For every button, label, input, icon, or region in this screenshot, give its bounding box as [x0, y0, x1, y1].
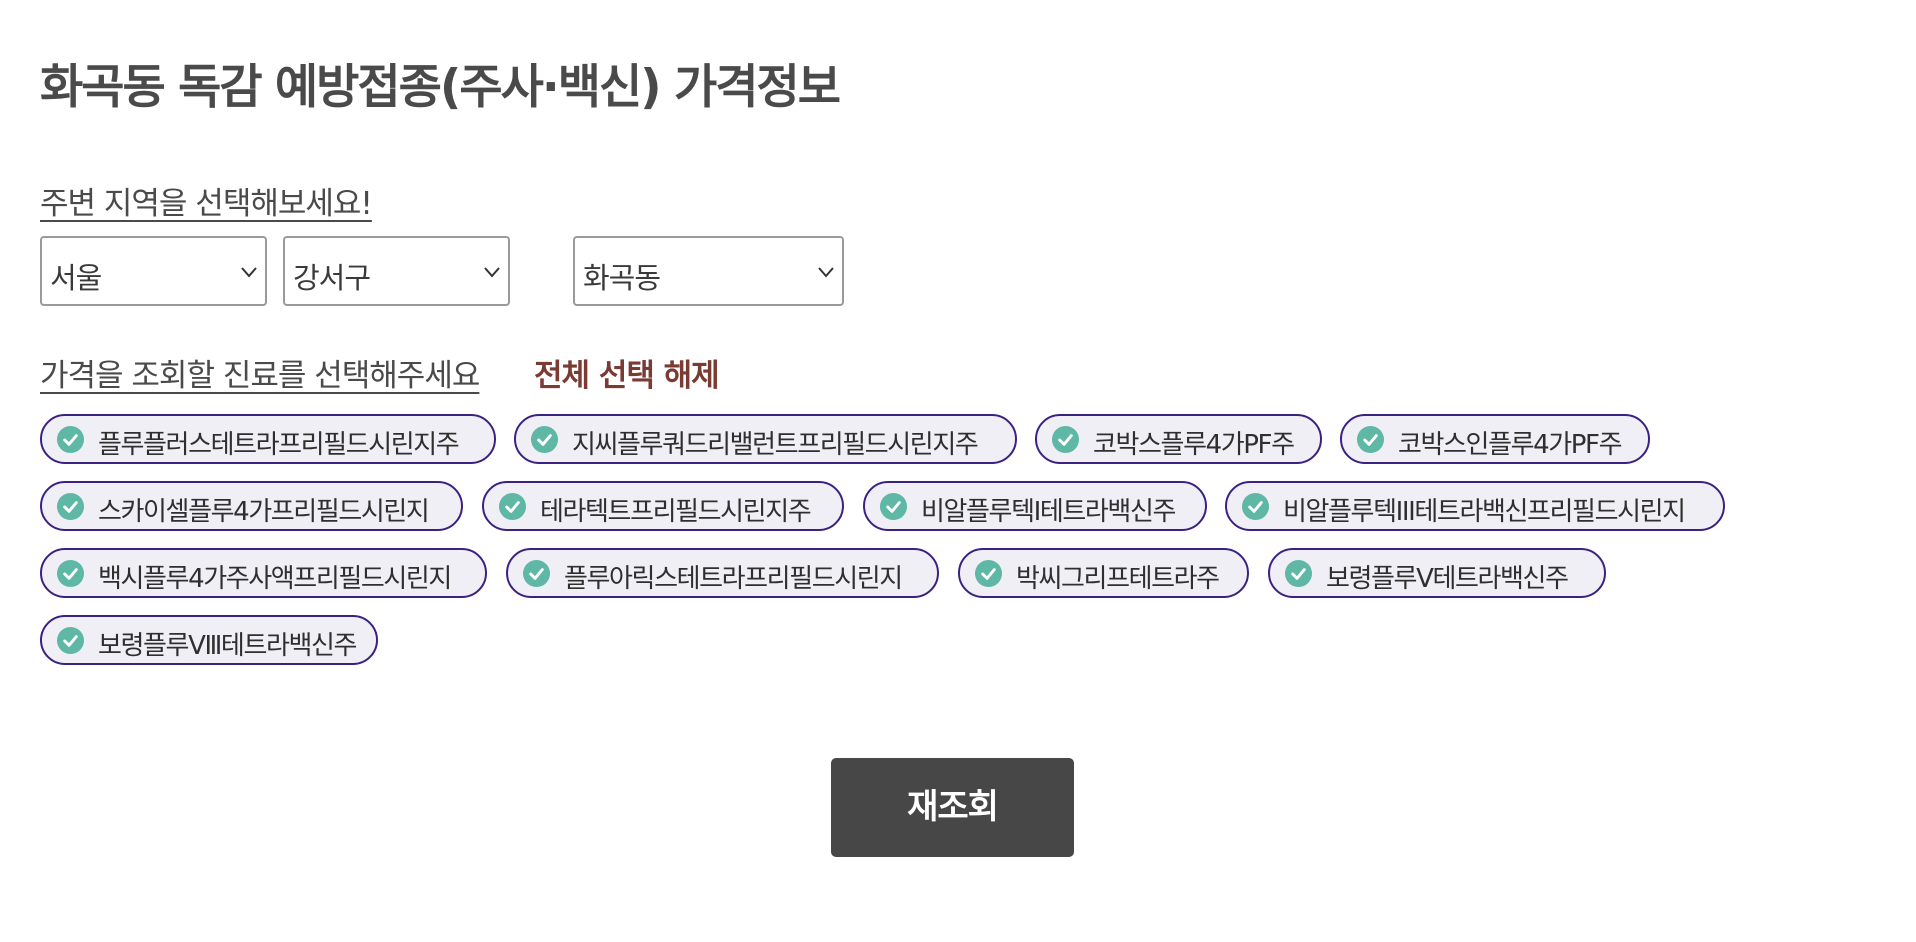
check-circle-icon: [879, 492, 908, 521]
check-circle-icon: [56, 559, 85, 588]
chevron-down-icon: [241, 267, 257, 278]
treatment-chip[interactable]: 스카이셀플루4가프리필드시린지: [40, 481, 463, 531]
treatment-chip[interactable]: 플루플러스테트라프리필드시린지주: [40, 414, 496, 464]
refresh-button[interactable]: 재조회: [831, 758, 1074, 857]
treatment-chip[interactable]: 박씨그리프테트라주: [958, 548, 1249, 598]
treatment-chip[interactable]: 코박스플루4가PF주: [1035, 414, 1322, 464]
city-select[interactable]: 서울: [40, 236, 267, 306]
treatment-chip-label: 비알플루텍I테트라백신주: [921, 497, 1176, 527]
check-circle-icon: [1051, 425, 1080, 454]
district-select[interactable]: 강서구: [283, 236, 510, 306]
treatment-section-label: 가격을 조회할 진료를 선택해주세요: [40, 358, 480, 394]
check-circle-icon: [1241, 492, 1270, 521]
clear-all-button[interactable]: 전체 선택 해제: [534, 350, 720, 395]
check-circle-icon: [974, 559, 1003, 588]
treatment-chip[interactable]: 테라텍트프리필드시린지주: [482, 481, 844, 531]
check-circle-icon: [1356, 425, 1385, 454]
check-circle-icon: [56, 626, 85, 655]
treatment-chip[interactable]: 코박스인플루4가PF주: [1340, 414, 1650, 464]
treatment-chip[interactable]: 백시플루4가주사액프리필드시린지: [40, 548, 487, 598]
city-select-value: 서울: [50, 261, 102, 295]
treatment-chip-label: 테라텍트프리필드시린지주: [540, 497, 812, 527]
check-circle-icon: [56, 425, 85, 454]
chevron-down-icon: [484, 267, 500, 278]
region-section-label: 주변 지역을 선택해보세요!: [40, 186, 373, 222]
treatment-chip-label: 보령플루Ⅷ테트라백신주: [98, 631, 357, 661]
treatment-chip[interactable]: 지씨플루쿼드리밸런트프리필드시린지주: [514, 414, 1017, 464]
check-circle-icon: [498, 492, 527, 521]
district-select-value: 강서구: [293, 261, 371, 295]
neighborhood-select-value: 화곡동: [583, 261, 661, 295]
treatment-chip-label: 플루플러스테트라프리필드시린지주: [98, 430, 460, 460]
treatment-chip-label: 코박스인플루4가PF주: [1398, 430, 1623, 460]
check-circle-icon: [522, 559, 551, 588]
treatment-chip[interactable]: 비알플루텍III테트라백신프리필드시린지: [1225, 481, 1725, 531]
check-circle-icon: [1284, 559, 1313, 588]
treatment-chip-label: 스카이셀플루4가프리필드시린지: [98, 497, 430, 527]
treatment-chip-label: 보령플루Ⅴ테트라백신주: [1326, 564, 1569, 594]
treatment-chip-label: 지씨플루쿼드리밸런트프리필드시린지주: [572, 430, 979, 460]
treatment-chip-label: 플루아릭스테트라프리필드시린지: [564, 564, 903, 594]
treatment-chip[interactable]: 보령플루Ⅷ테트라백신주: [40, 615, 378, 665]
treatment-chip-label: 비알플루텍III테트라백신프리필드시린지: [1283, 497, 1686, 527]
neighborhood-select[interactable]: 화곡동: [573, 236, 844, 306]
treatment-chip-label: 백시플루4가주사액프리필드시린지: [98, 564, 452, 594]
treatment-chip-label: 박씨그리프테트라주: [1016, 564, 1220, 594]
check-circle-icon: [56, 492, 85, 521]
check-circle-icon: [530, 425, 559, 454]
chevron-down-icon: [818, 267, 834, 278]
treatment-chip-label: 코박스플루4가PF주: [1093, 430, 1295, 460]
treatment-chip[interactable]: 보령플루Ⅴ테트라백신주: [1268, 548, 1606, 598]
treatment-chip[interactable]: 비알플루텍I테트라백신주: [863, 481, 1207, 531]
treatment-chip[interactable]: 플루아릭스테트라프리필드시린지: [506, 548, 939, 598]
page-title: 화곡동 독감 예방접종(주사·백신) 가격정보: [40, 60, 841, 115]
